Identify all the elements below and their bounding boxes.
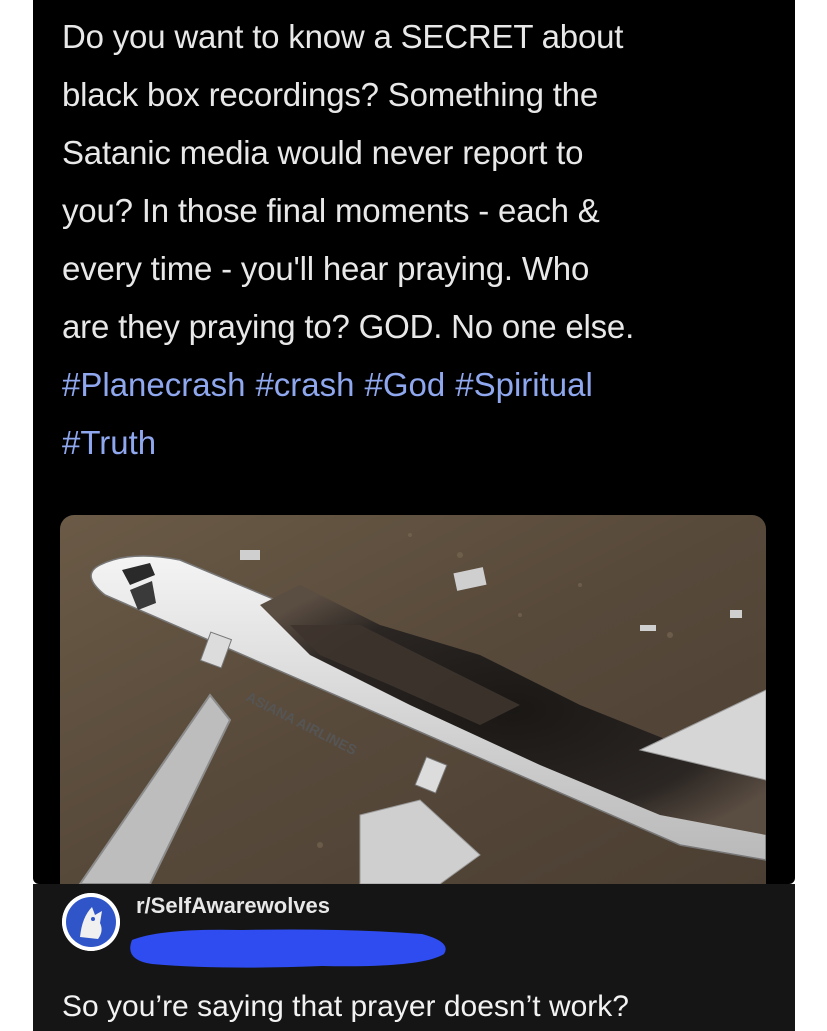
- post-line: are they praying to? GOD. No one else.: [62, 308, 635, 345]
- hashtag-list: #Planecrash #crash #God #Spiritual #Truth: [62, 356, 762, 472]
- hashtag-link[interactable]: #Truth: [62, 424, 156, 461]
- hashtag-link[interactable]: #crash: [255, 366, 354, 403]
- redacted-username: [122, 920, 452, 972]
- hashtag-link[interactable]: #Planecrash: [62, 366, 245, 403]
- comment-text: So you’re saying that prayer doesn’t wor…: [62, 990, 629, 1023]
- post-line: black box recordings? Something the: [62, 76, 598, 113]
- wolf-avatar-icon[interactable]: [62, 893, 120, 951]
- hashtag-link[interactable]: #God: [365, 366, 446, 403]
- subreddit-name[interactable]: r/SelfAwarewolves: [136, 893, 330, 919]
- hashtag-link[interactable]: #Spiritual: [455, 366, 593, 403]
- post-line: you? In those final moments - each &: [62, 192, 600, 229]
- post-line: every time - you'll hear praying. Who: [62, 250, 590, 287]
- post-line: Satanic media would never report to: [62, 134, 584, 171]
- post-line: Do you want to know a SECRET about: [62, 18, 624, 55]
- crashed-plane-photo[interactable]: ASIANA AIRLINES: [60, 515, 766, 884]
- post-body: Do you want to know a SECRET about black…: [62, 8, 762, 356]
